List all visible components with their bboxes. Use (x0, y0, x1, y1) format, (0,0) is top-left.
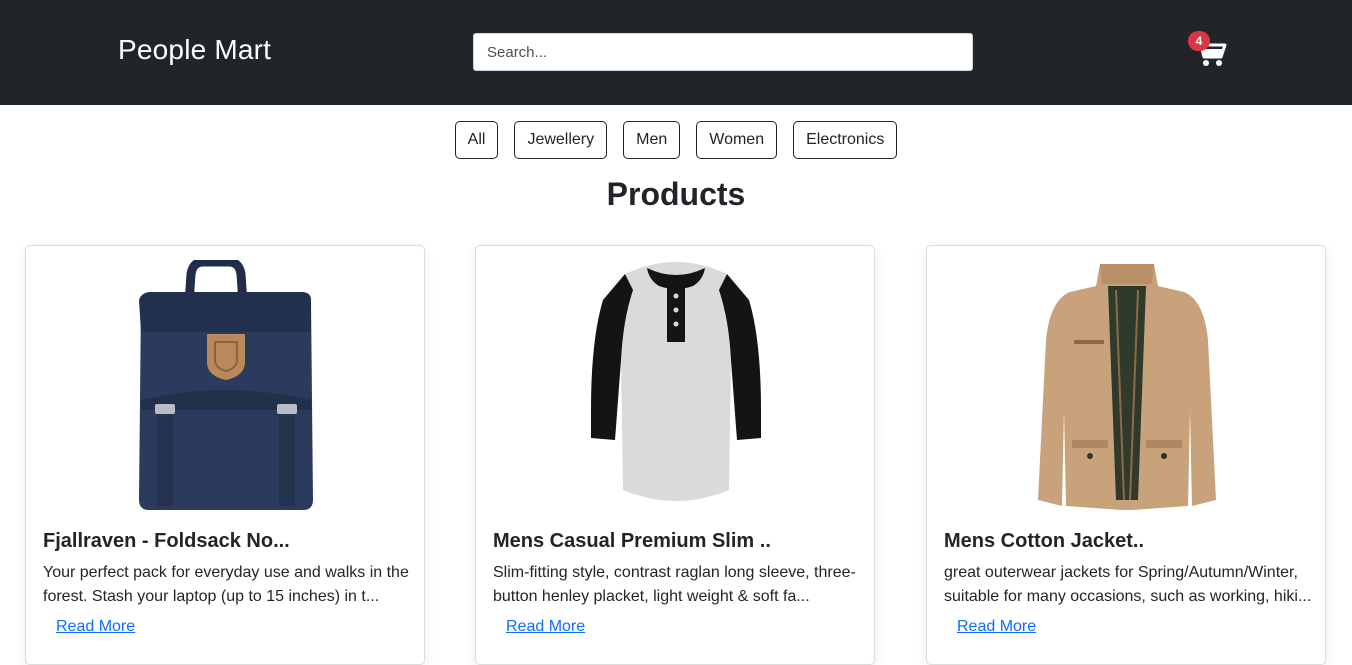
filter-jewellery-button[interactable]: Jewellery (514, 121, 608, 159)
product-description: great outerwear jackets for Spring/Autum… (944, 564, 1312, 605)
product-card: Mens Casual Premium Slim .. Slim-fitting… (475, 245, 875, 665)
cart-button[interactable]: 4 (1188, 31, 1230, 70)
product-title: Mens Cotton Jacket.. (944, 530, 1145, 552)
product-card: Mens Cotton Jacket.. great outerwear jac… (926, 245, 1326, 665)
product-description: Slim-fitting style, contrast raglan long… (493, 564, 856, 605)
product-title: Mens Casual Premium Slim .. (493, 530, 771, 552)
filter-men-button[interactable]: Men (623, 121, 681, 159)
read-more-link[interactable]: Read More (957, 618, 1036, 636)
category-filters: All Jewellery Men Women Electronics (0, 121, 1352, 159)
brand-logo[interactable]: People Mart (118, 34, 271, 66)
read-more-link[interactable]: Read More (56, 618, 135, 636)
raglan-tshirt-image (526, 260, 826, 512)
product-description: Your perfect pack for everyday use and w… (43, 564, 409, 605)
filter-all-button[interactable]: All (454, 121, 499, 159)
cart-count-badge: 4 (1188, 31, 1210, 51)
backpack-image (76, 260, 376, 512)
page-title: Products (606, 176, 746, 212)
product-card: Fjallraven - Foldsack No... Your perfect… (25, 245, 425, 665)
navbar: People Mart 4 (0, 0, 1352, 105)
cotton-jacket-image (977, 260, 1277, 512)
read-more-link[interactable]: Read More (506, 618, 585, 636)
filter-electronics-button[interactable]: Electronics (793, 121, 898, 159)
filter-women-button[interactable]: Women (696, 121, 778, 159)
product-title: Fjallraven - Foldsack No... (43, 530, 290, 552)
search-input[interactable] (473, 33, 973, 71)
